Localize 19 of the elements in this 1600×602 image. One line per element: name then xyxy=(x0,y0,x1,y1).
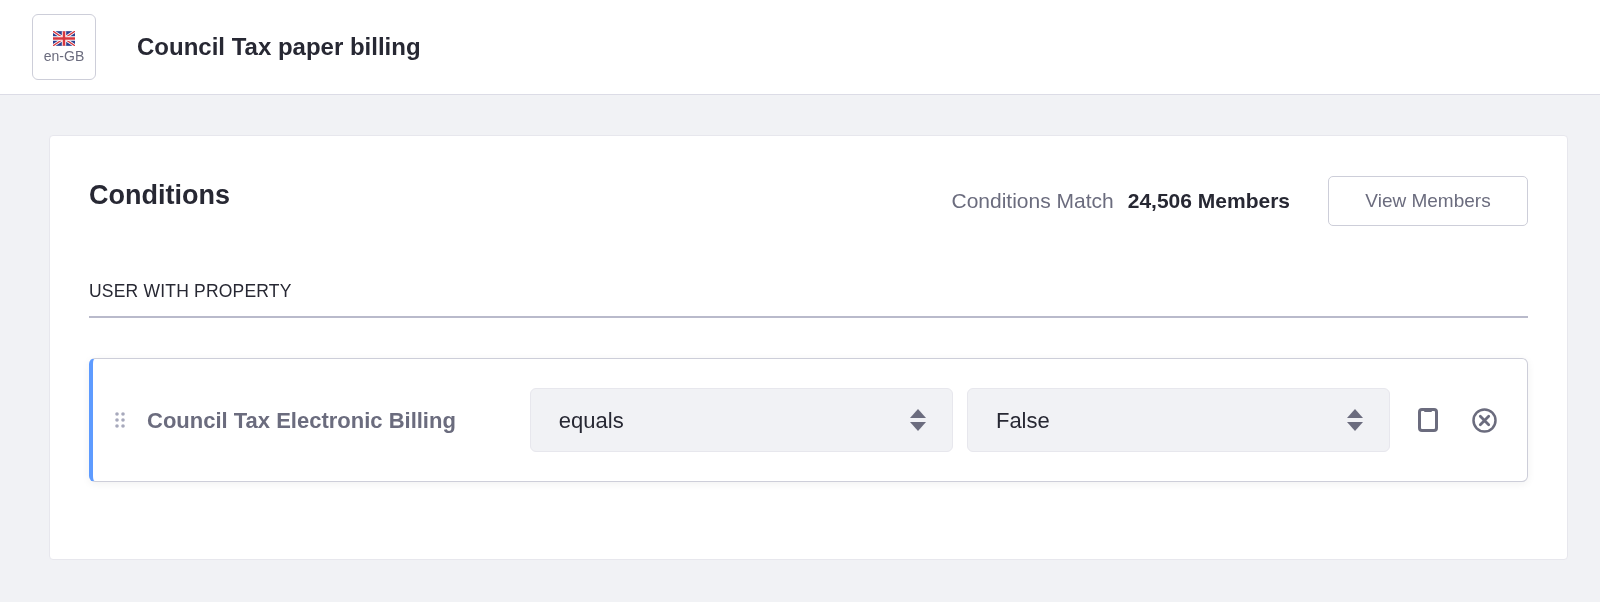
page-title: Council Tax paper billing xyxy=(137,32,421,62)
duplicate-button[interactable] xyxy=(1418,408,1438,433)
remove-button[interactable] xyxy=(1472,407,1497,433)
group-title: USER WITH PROPERTY xyxy=(89,281,292,301)
operator-select[interactable]: equals xyxy=(529,388,953,453)
clipboard-icon xyxy=(1418,408,1438,433)
drag-handle-icon xyxy=(115,412,125,429)
match-count: 24,506 Members xyxy=(1127,188,1290,215)
view-members-button[interactable]: View Members xyxy=(1328,176,1528,226)
match-label: Conditions Match xyxy=(951,188,1114,215)
sort-caret-icon xyxy=(1347,409,1363,432)
flag-icon xyxy=(53,31,75,46)
locale-button[interactable]: en-GB xyxy=(32,14,96,80)
close-icon xyxy=(1472,407,1497,433)
conditions-title: Conditions xyxy=(89,179,230,212)
locale-label: en-GB xyxy=(43,49,85,63)
sort-caret-icon xyxy=(909,409,926,432)
value-select[interactable]: False xyxy=(966,388,1390,453)
property-label: Council Tax Electronic Billing xyxy=(147,406,456,435)
